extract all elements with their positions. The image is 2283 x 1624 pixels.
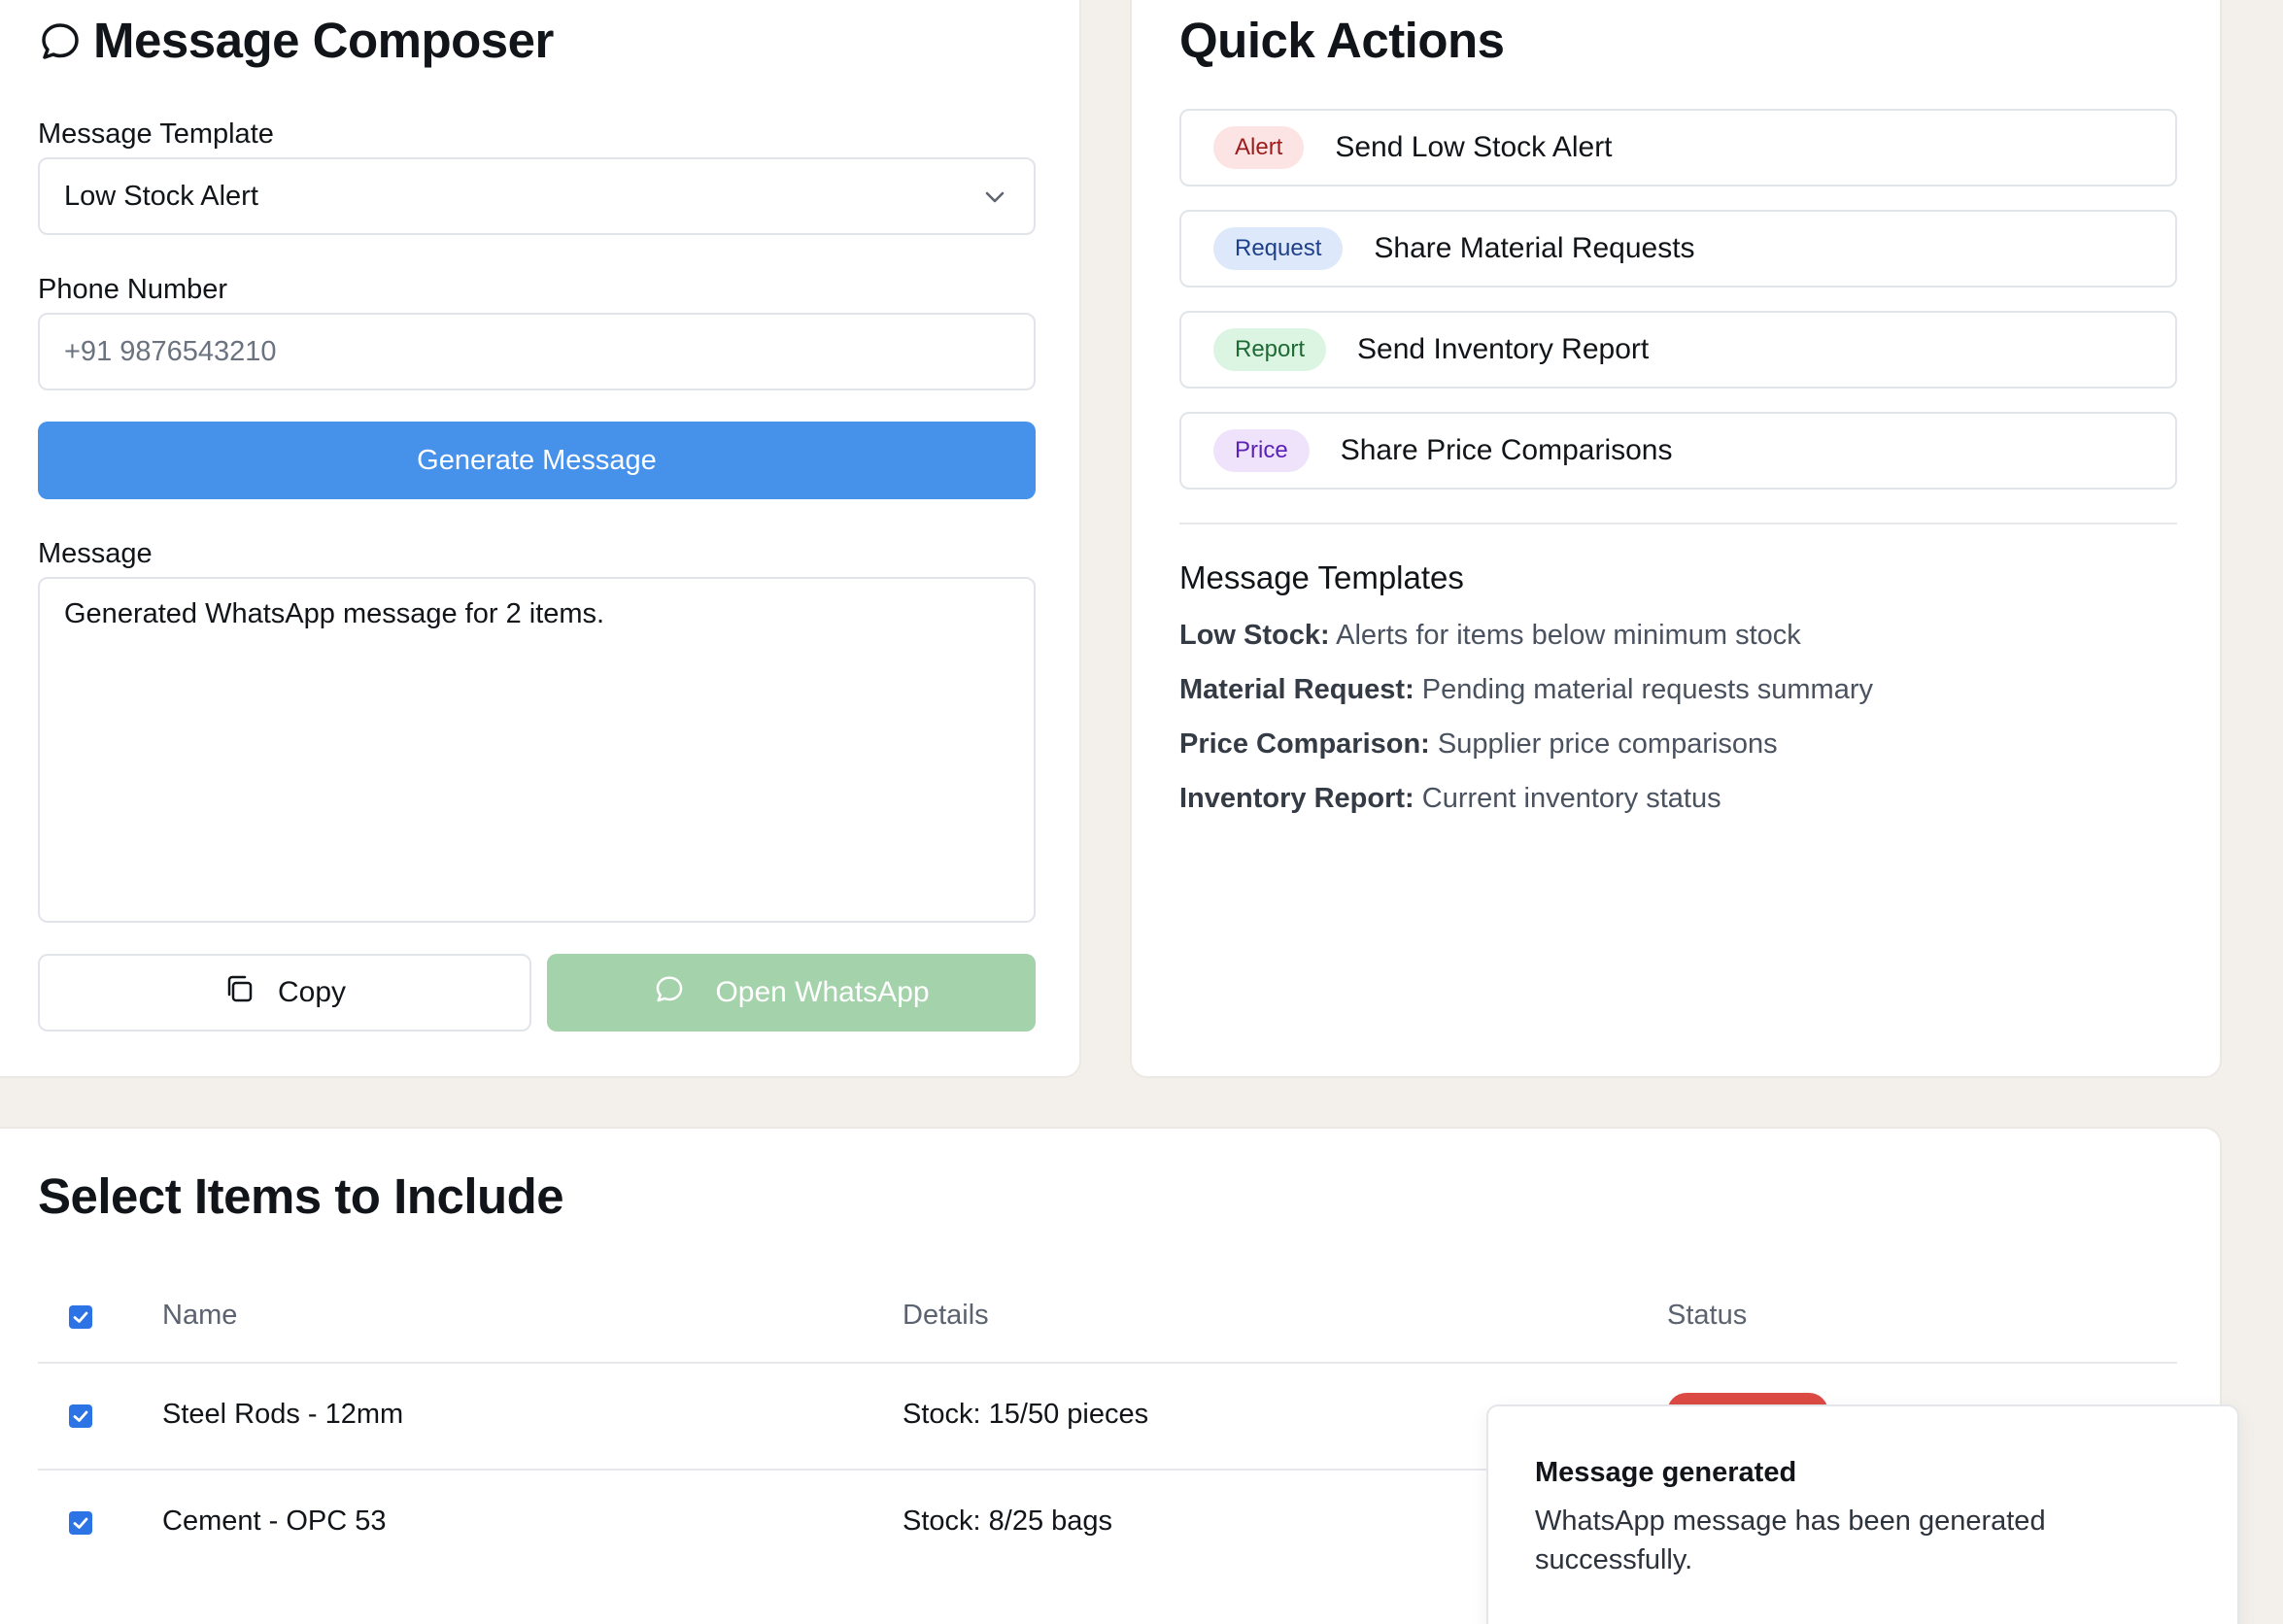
toast-body: WhatsApp message has been generated succ…	[1535, 1506, 2046, 1575]
quick-actions-card: Quick Actions Alert Send Low Stock Alert…	[1130, 0, 2222, 1078]
template-info-name: Low Stock:	[1179, 620, 1330, 651]
template-info-inventory-report: Inventory Report: Current inventory stat…	[1179, 783, 1721, 815]
quick-actions-title: Quick Actions	[1179, 13, 1505, 68]
copy-icon	[223, 973, 255, 1012]
quick-action-label: Send Low Stock Alert	[1335, 131, 1613, 163]
quick-action-label: Send Inventory Report	[1357, 333, 1650, 365]
quick-action-low-stock[interactable]: Alert Send Low Stock Alert	[1179, 109, 2177, 186]
template-info-name: Price Comparison:	[1179, 728, 1430, 760]
row-checkbox[interactable]	[69, 1511, 92, 1535]
checkmark-icon	[73, 1410, 88, 1422]
composer-title: Message Composer	[93, 13, 554, 68]
quick-action-price-comparisons[interactable]: Price Share Price Comparisons	[1179, 412, 2177, 490]
open-whatsapp-label: Open WhatsApp	[715, 976, 930, 1008]
phone-label: Phone Number	[38, 274, 228, 305]
column-header-details: Details	[903, 1300, 989, 1331]
message-composer-card: Message Composer Message Template Low St…	[0, 0, 1081, 1078]
quick-action-inventory-report[interactable]: Report Send Inventory Report	[1179, 311, 2177, 389]
row-name: Cement - OPC 53	[162, 1506, 387, 1537]
template-info-name: Inventory Report:	[1179, 783, 1414, 814]
message-textarea[interactable]: Generated WhatsApp message for 2 items.	[38, 577, 1036, 923]
table-divider	[38, 1362, 2177, 1364]
template-info-desc: Current inventory status	[1421, 783, 1721, 814]
message-textarea-value: Generated WhatsApp message for 2 items.	[64, 598, 605, 629]
template-info-price-comparison: Price Comparison: Supplier price compari…	[1179, 728, 1778, 761]
template-info-desc: Supplier price comparisons	[1437, 728, 1778, 760]
generate-message-button[interactable]: Generate Message	[38, 422, 1036, 499]
badge-price: Price	[1213, 429, 1310, 472]
template-info-name: Material Request:	[1179, 674, 1414, 705]
row-name: Steel Rods - 12mm	[162, 1399, 404, 1430]
column-header-name: Name	[162, 1300, 238, 1331]
quick-action-material-requests[interactable]: Request Share Material Requests	[1179, 210, 2177, 288]
quick-action-label: Share Material Requests	[1374, 232, 1695, 264]
checkmark-icon	[73, 1311, 88, 1323]
whatsapp-icon	[653, 972, 686, 1013]
row-details: Stock: 8/25 bags	[903, 1506, 1113, 1537]
template-select-value: Low Stock Alert	[64, 180, 258, 212]
chevron-down-icon	[983, 185, 1006, 217]
select-items-title: Select Items to Include	[38, 1168, 564, 1224]
phone-input-placeholder: +91 9876543210	[64, 335, 277, 367]
template-info-low-stock: Low Stock: Alerts for items below minimu…	[1179, 620, 1801, 652]
select-all-checkbox[interactable]	[69, 1305, 92, 1329]
template-info-desc: Pending material requests summary	[1421, 674, 1873, 705]
quick-action-label: Share Price Comparisons	[1340, 434, 1673, 466]
open-whatsapp-button[interactable]: Open WhatsApp	[547, 954, 1036, 1032]
divider	[1179, 523, 2177, 524]
toast-title: Message generated	[1535, 1457, 1797, 1488]
template-label: Message Template	[38, 118, 274, 150]
template-info-material-request: Material Request: Pending material reque…	[1179, 674, 1873, 706]
copy-button-label: Copy	[277, 976, 347, 1008]
message-templates-title: Message Templates	[1179, 559, 1464, 595]
checkmark-icon	[73, 1517, 88, 1529]
copy-button[interactable]: Copy	[38, 954, 531, 1032]
chat-bubble-icon	[37, 17, 84, 64]
phone-input[interactable]: +91 9876543210	[38, 313, 1036, 390]
badge-report: Report	[1213, 328, 1327, 371]
template-select[interactable]: Low Stock Alert	[38, 157, 1036, 235]
toast-notification: Message generated WhatsApp message has b…	[1486, 1404, 2239, 1624]
badge-request: Request	[1213, 227, 1344, 270]
template-info-desc: Alerts for items below minimum stock	[1336, 620, 1801, 651]
row-details: Stock: 15/50 pieces	[903, 1399, 1149, 1430]
message-label: Message	[38, 538, 153, 569]
column-header-status: Status	[1667, 1300, 1748, 1331]
badge-alert: Alert	[1213, 126, 1305, 169]
row-checkbox[interactable]	[69, 1404, 92, 1428]
